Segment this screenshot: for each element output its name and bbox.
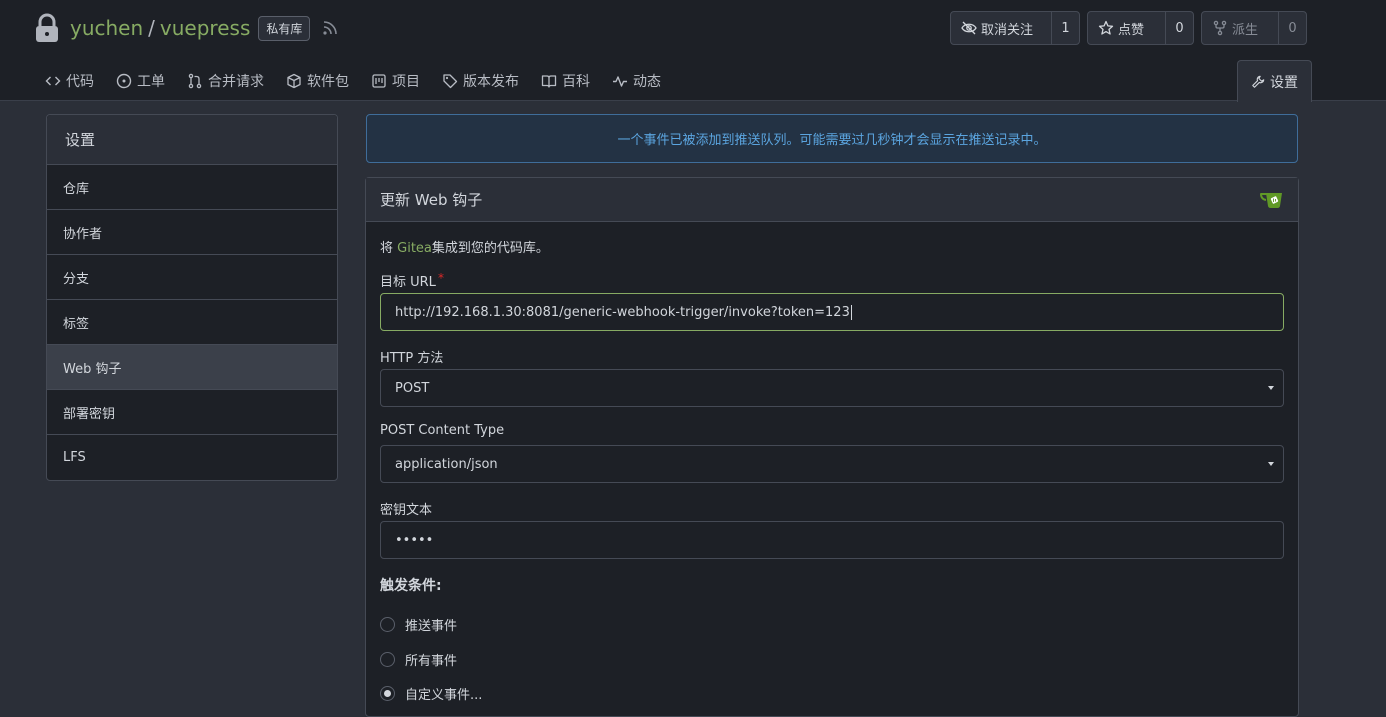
- http-method-select[interactable]: POST: [380, 369, 1284, 407]
- desc-prefix: 将: [380, 241, 398, 256]
- sidebar-item-collaborators[interactable]: 协作者: [47, 210, 337, 255]
- secret-label: 密钥文本: [380, 503, 433, 518]
- form-header: 更新 Web 钩子: [366, 178, 1298, 222]
- tab-label: 项目: [392, 74, 420, 90]
- code-icon: [45, 76, 61, 86]
- form-description: 将 Gitea集成到您的代码库。: [380, 237, 549, 256]
- sidebar-title: 设置: [47, 115, 337, 165]
- required-marker: *: [437, 271, 444, 285]
- issue-icon: [116, 73, 132, 89]
- tab-settings-label: 设置: [1270, 74, 1298, 91]
- trigger-option-label: 自定义事件...: [405, 688, 483, 703]
- star-button-group[interactable]: 点赞 0: [1087, 11, 1194, 45]
- radio-button-checked[interactable]: [380, 686, 395, 701]
- star-count[interactable]: 0: [1166, 12, 1193, 44]
- rss-icon[interactable]: [322, 19, 340, 37]
- fork-button[interactable]: 派生: [1202, 12, 1279, 44]
- tab-wiki[interactable]: 百科: [530, 61, 601, 101]
- star-label: 点赞: [1118, 22, 1145, 38]
- target-url-label: 目标 URL *: [380, 271, 444, 290]
- repo-tabs: 代码 工单 合并请求 软件包 项目 版本发布 百科 动态: [34, 61, 672, 101]
- fork-button-group[interactable]: 派生 0: [1201, 11, 1307, 45]
- eye-closed-icon: [961, 21, 977, 35]
- repo-owner-link[interactable]: yuchen: [70, 16, 143, 40]
- fork-icon: [1213, 20, 1227, 36]
- trigger-option-label: 所有事件: [405, 654, 458, 669]
- watch-count[interactable]: 1: [1052, 12, 1079, 44]
- tab-code[interactable]: 代码: [34, 61, 105, 101]
- sidebar-item-repository[interactable]: 仓库: [47, 165, 337, 210]
- desc-suffix: 集成到您的代码库。: [431, 241, 549, 256]
- sidebar-item-branches[interactable]: 分支: [47, 255, 337, 300]
- repo-name-link[interactable]: vuepress: [160, 16, 250, 40]
- gitea-link[interactable]: Gitea: [397, 241, 432, 256]
- sidebar-item-deploy-keys[interactable]: 部署密钥: [47, 390, 337, 435]
- tab-label: 版本发布: [463, 74, 519, 90]
- tab-label: 代码: [66, 74, 94, 90]
- fork-count[interactable]: 0: [1279, 12, 1306, 44]
- tab-pull-requests[interactable]: 合并请求: [176, 61, 275, 101]
- target-url-input[interactable]: http://192.168.1.30:8081/generic-webhook…: [380, 293, 1284, 331]
- unwatch-label: 取消关注: [981, 22, 1034, 38]
- lock-icon: [34, 12, 62, 44]
- content-type-select[interactable]: application/json: [380, 445, 1284, 483]
- info-notice: 一个事件已被添加到推送队列。可能需要过几秒钟才会显示在推送记录中。: [366, 114, 1298, 163]
- tag-icon: [443, 74, 458, 89]
- tab-label: 合并请求: [208, 74, 264, 90]
- tools-icon: [1252, 75, 1265, 88]
- unwatch-button[interactable]: 取消关注: [951, 12, 1052, 44]
- trigger-label: 触发条件:: [380, 578, 442, 594]
- http-method-value: POST: [395, 380, 430, 396]
- project-icon: [372, 74, 386, 88]
- tab-settings[interactable]: 设置: [1237, 60, 1312, 102]
- repo-separator: /: [148, 16, 155, 40]
- radio-button[interactable]: [380, 617, 395, 632]
- tab-label: 动态: [633, 74, 661, 90]
- fork-label: 派生: [1232, 22, 1259, 38]
- sidebar-item-webhooks[interactable]: Web 钩子: [47, 345, 337, 390]
- pull-request-icon: [188, 73, 202, 89]
- repo-header: yuchen / vuepress 私有库 取消关注 1 点赞 0 派生 0 代…: [0, 0, 1386, 102]
- form-title: 更新 Web 钩子: [380, 191, 483, 209]
- text-caret: [850, 304, 852, 320]
- tab-label: 软件包: [307, 74, 349, 90]
- repo-title: yuchen / vuepress 私有库: [34, 12, 340, 44]
- content-type-label: POST Content Type: [380, 423, 505, 438]
- target-url-label-text: 目标 URL: [380, 275, 436, 290]
- http-method-label: HTTP 方法: [380, 351, 444, 366]
- pulse-icon: [613, 76, 627, 87]
- private-badge: 私有库: [258, 15, 311, 41]
- tab-projects[interactable]: 项目: [360, 61, 431, 101]
- star-button[interactable]: 点赞: [1088, 12, 1166, 44]
- tab-packages[interactable]: 软件包: [275, 61, 360, 101]
- dropdown-caret-icon: [1268, 462, 1274, 466]
- settings-sidebar: 设置 仓库 协作者 分支 标签 Web 钩子 部署密钥 LFS: [46, 114, 338, 481]
- book-icon: [541, 75, 557, 88]
- trigger-option-custom[interactable]: 自定义事件...: [380, 684, 482, 703]
- target-url-value: http://192.168.1.30:8081/generic-webhook…: [395, 304, 850, 320]
- trigger-option-all[interactable]: 所有事件: [380, 650, 457, 669]
- radio-button[interactable]: [380, 652, 395, 667]
- secret-value: •••••: [395, 532, 434, 548]
- content-type-value: application/json: [395, 456, 498, 472]
- gitea-logo-icon: [1260, 191, 1286, 213]
- dropdown-caret-icon: [1268, 386, 1274, 390]
- package-icon: [287, 73, 301, 89]
- tab-releases[interactable]: 版本发布: [431, 61, 530, 101]
- trigger-option-label: 推送事件: [405, 619, 458, 634]
- tab-issues[interactable]: 工单: [105, 61, 176, 101]
- watch-button-group[interactable]: 取消关注 1: [950, 11, 1080, 45]
- sidebar-item-tags[interactable]: 标签: [47, 300, 337, 345]
- trigger-option-push[interactable]: 推送事件: [380, 615, 457, 634]
- star-icon: [1098, 20, 1114, 35]
- tab-label: 工单: [137, 74, 165, 90]
- secret-input[interactable]: •••••: [380, 521, 1284, 559]
- sidebar-item-lfs[interactable]: LFS: [47, 435, 337, 480]
- webhook-form-panel: 更新 Web 钩子 将 Gitea集成到您的代码库。 目标 URL * http:…: [365, 177, 1299, 717]
- tab-activity[interactable]: 动态: [601, 61, 672, 101]
- tab-label: 百科: [562, 74, 590, 90]
